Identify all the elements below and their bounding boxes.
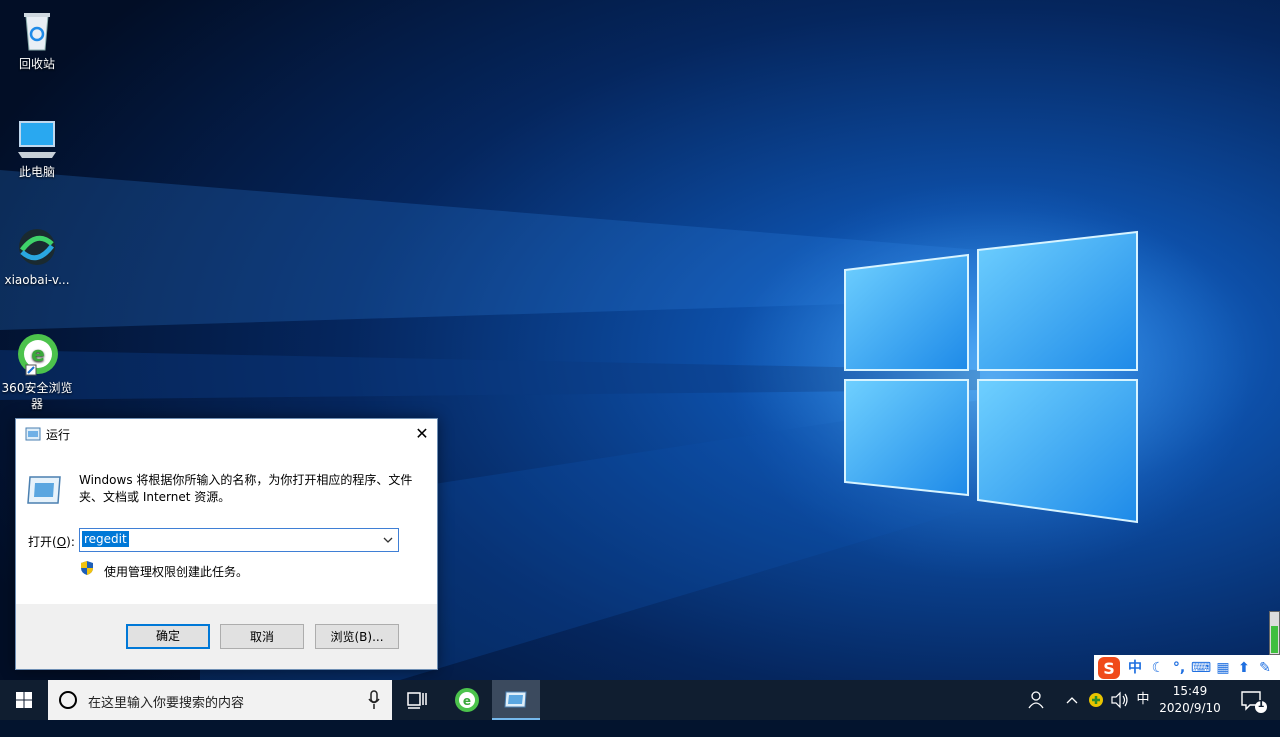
task-view-icon[interactable]: [398, 680, 434, 720]
open-command-combobox[interactable]: regedit: [79, 528, 399, 552]
svg-text:S: S: [1103, 659, 1115, 678]
punctuation-icon[interactable]: °,: [1169, 655, 1189, 681]
chevron-down-icon[interactable]: [378, 529, 398, 551]
run-app-icon: [25, 427, 41, 441]
uac-shield-icon: [81, 561, 93, 575]
run-app-large-icon: [27, 476, 61, 504]
sogou-logo-icon[interactable]: S: [1096, 655, 1122, 681]
moon-icon[interactable]: ☾: [1148, 655, 1168, 681]
ime-indicator[interactable]: 中: [1132, 680, 1154, 720]
volume-icon[interactable]: [1108, 680, 1130, 720]
notification-count-badge: 1: [1257, 699, 1265, 710]
tools-icon[interactable]: ✎: [1255, 655, 1275, 681]
desktop-icon-label: 此电脑: [18, 165, 55, 179]
windows-logo-icon: [16, 692, 32, 708]
run-dialog-title: 运行: [46, 428, 71, 442]
cancel-button[interactable]: 取消: [220, 624, 304, 649]
desktop-icon-xiaobai[interactable]: xiaobai-v...: [0, 224, 74, 288]
search-placeholder: 在这里输入你要搜索的内容: [88, 696, 245, 711]
open-label: 打开(O):: [28, 535, 75, 549]
notification-icon: [1241, 691, 1267, 713]
people-icon[interactable]: [1024, 680, 1050, 720]
svg-text:e: e: [31, 342, 45, 366]
desktop-icon-recycle-bin[interactable]: 回收站: [0, 8, 74, 72]
start-button[interactable]: [0, 680, 48, 720]
run-dialog-footer: 确定 取消 浏览(B)...: [16, 604, 437, 669]
skin-icon[interactable]: ▦: [1213, 655, 1233, 681]
uac-notice: 使用管理权限创建此任务。: [104, 565, 249, 579]
computer-icon: [14, 116, 60, 162]
clock-date: 2020/9/10: [1159, 701, 1221, 715]
desktop-icon-label: 回收站: [18, 57, 55, 71]
taskbar: 在这里输入你要搜索的内容 e 中 15:49 2020/9/10 1: [0, 680, 1280, 720]
microphone-icon[interactable]: [368, 690, 380, 710]
desktop-icon-label: 360安全浏览器: [1, 381, 73, 411]
open-command-input[interactable]: regedit: [82, 531, 129, 547]
360-browser-icon: e: [14, 332, 60, 378]
ime-mode-toggle[interactable]: 中: [1124, 655, 1146, 681]
desktop-icon-this-pc[interactable]: 此电脑: [0, 116, 74, 180]
security-tray-icon[interactable]: [1086, 680, 1106, 720]
xiaobai-app-icon: [14, 224, 60, 270]
chevron-up-icon[interactable]: [1060, 680, 1084, 720]
ok-button[interactable]: 确定: [126, 624, 210, 649]
taskbar-search-box[interactable]: 在这里输入你要搜索的内容: [48, 680, 392, 720]
taskbar-run-app[interactable]: [492, 680, 540, 720]
cortana-icon: [59, 691, 77, 709]
desktop-icon-label: xiaobai-v...: [4, 273, 70, 287]
taskbar-360-browser-icon[interactable]: e: [444, 680, 490, 720]
recycle-bin-icon: [14, 8, 60, 54]
run-app-icon: [504, 691, 527, 708]
shirt-icon[interactable]: ⬆: [1234, 655, 1254, 681]
browse-button[interactable]: 浏览(B)...: [315, 624, 399, 649]
action-center-button[interactable]: 1: [1234, 680, 1274, 720]
svg-text:e: e: [463, 694, 471, 708]
ime-toolbar: S 中 ☾ °, ⌨ ▦ ⬆ ✎: [1094, 655, 1280, 681]
volume-level-meter: [1269, 611, 1280, 655]
run-description: Windows 将根据你所输入的名称，为你打开相应的程序、文件夹、文档或 Int…: [79, 473, 413, 504]
run-dialog: 运行 ✕ Windows 将根据你所输入的名称，为你打开相应的程序、文件夹、文档…: [15, 418, 438, 670]
system-clock[interactable]: 15:49 2020/9/10: [1152, 683, 1228, 717]
run-titlebar[interactable]: 运行 ✕: [16, 419, 437, 449]
clock-time: 15:49: [1172, 684, 1208, 698]
close-button[interactable]: ✕: [407, 419, 437, 449]
desktop-icon-360-browser[interactable]: e 360安全浏览器: [0, 332, 74, 412]
keyboard-icon[interactable]: ⌨: [1190, 655, 1212, 681]
close-icon: ✕: [415, 424, 429, 443]
